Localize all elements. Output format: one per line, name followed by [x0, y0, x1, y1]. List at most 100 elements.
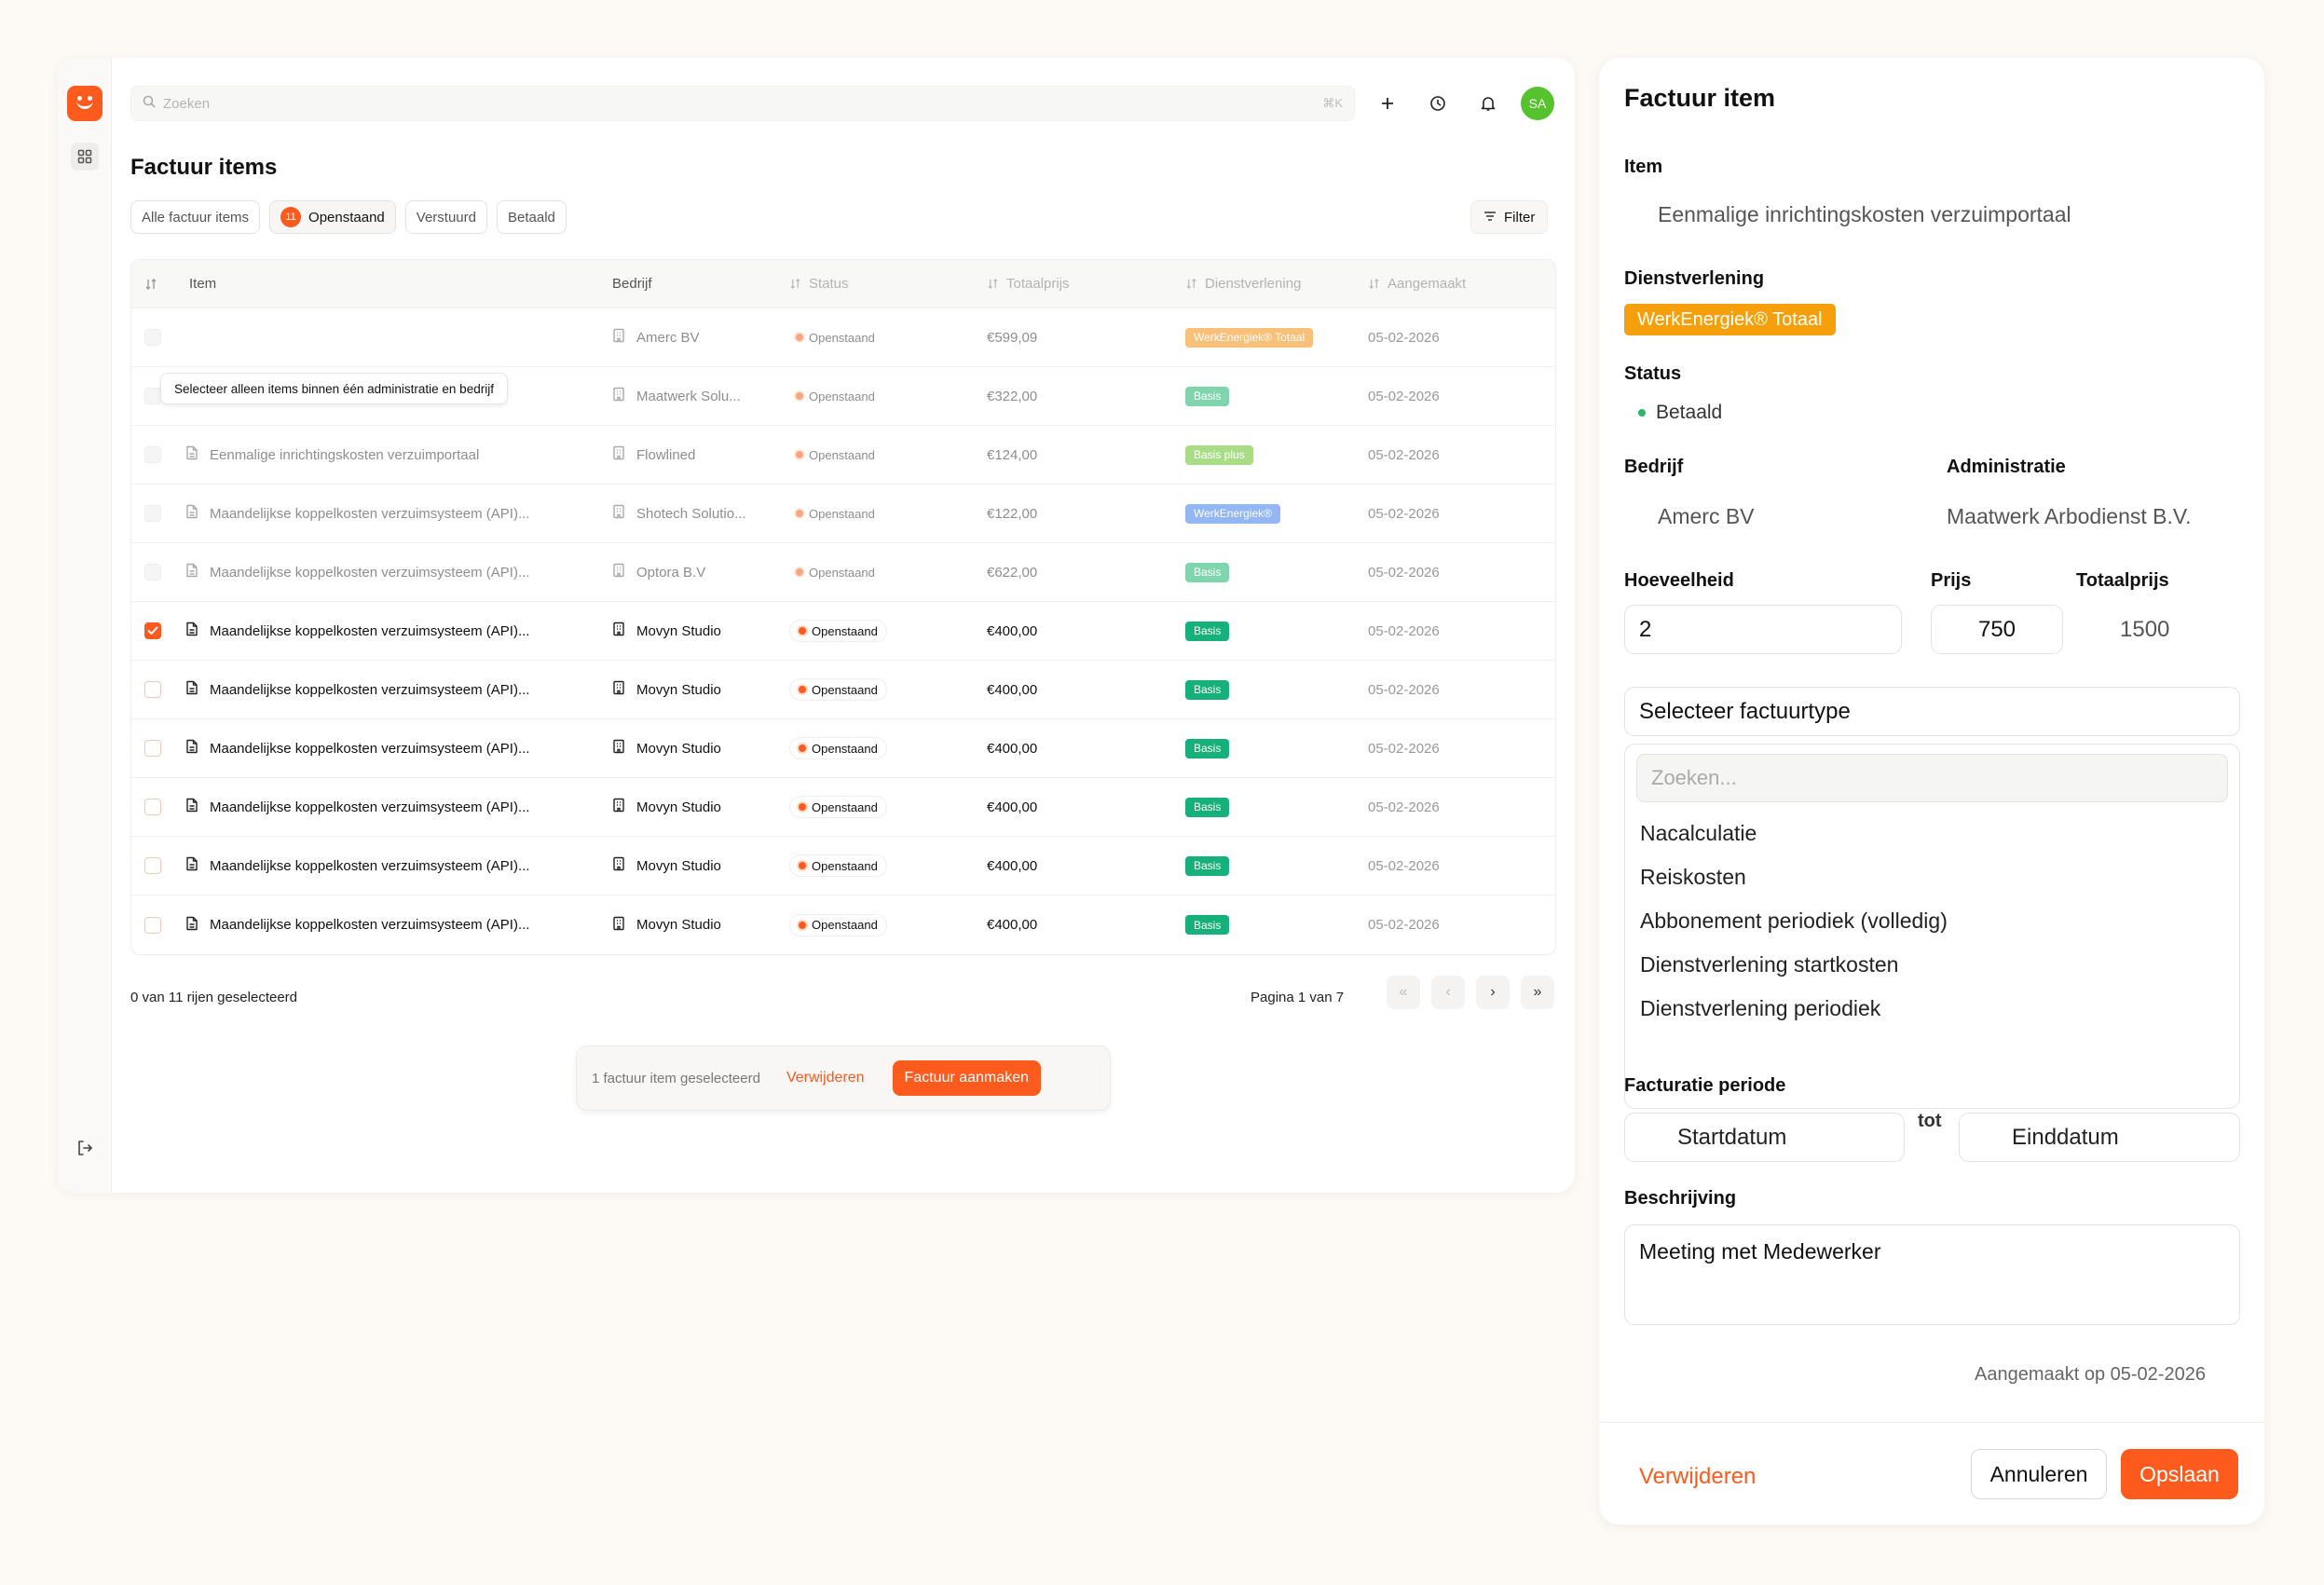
history-clock-icon[interactable]: [1423, 89, 1453, 118]
row-datum: 05-02-2026: [1368, 564, 1440, 581]
status-dot: [799, 745, 806, 752]
prijs-input[interactable]: 750: [1931, 605, 2063, 654]
tab-verstuurd[interactable]: Verstuurd: [404, 200, 487, 234]
row-checkbox[interactable]: [144, 681, 161, 698]
table-row[interactable]: Amerc BV Openstaand €599,09 WerkEnergiek® T…: [131, 308, 1555, 367]
table-row[interactable]: Eenmalige inrichtingskosten verzuimporta…: [131, 426, 1555, 485]
delete-button[interactable]: Verwijderen: [1639, 1464, 1756, 1490]
row-checkbox[interactable]: [144, 622, 161, 639]
sort-icon[interactable]: [131, 278, 174, 291]
option-reiskosten[interactable]: Reiskosten: [1640, 865, 1746, 890]
row-checkbox[interactable]: [144, 916, 161, 934]
count-badge: 11: [280, 207, 302, 227]
row-checkbox[interactable]: [144, 329, 161, 346]
bedrijf-label: Bedrijf: [1624, 457, 1684, 477]
prev-page-button[interactable]: ‹: [1431, 976, 1465, 1009]
last-page-button[interactable]: »: [1521, 976, 1554, 1009]
table-row[interactable]: Maandelijkse koppelkosten verzuimsysteem…: [131, 602, 1555, 661]
prijs-label: Prijs: [1931, 570, 1972, 591]
created-date: Aangemaakt op 05-02-2026: [1975, 1364, 2206, 1385]
header-dienstverlening[interactable]: Dienstverlening: [1185, 276, 1368, 292]
option-periodiek[interactable]: Dienstverlening periodiek: [1640, 996, 1880, 1021]
document-icon: [185, 563, 198, 581]
dropdown-search-input[interactable]: Zoeken...: [1636, 754, 2228, 802]
next-page-button[interactable]: ›: [1476, 976, 1510, 1009]
option-nacalculatie[interactable]: Nacalculatie: [1640, 821, 1757, 846]
row-bedrijf: Movyn Studio: [636, 681, 721, 698]
first-page-button[interactable]: «: [1387, 976, 1420, 1009]
row-datum: 05-02-2026: [1368, 857, 1440, 874]
table-row[interactable]: Maandelijkse koppelkosten verzuimsysteem…: [131, 543, 1555, 602]
table-row[interactable]: Maandelijkse koppelkosten verzuimsysteem…: [131, 895, 1555, 954]
status-badge: Openstaand: [789, 678, 887, 701]
document-icon: [185, 916, 198, 935]
option-startkosten[interactable]: Dienstverlening startkosten: [1640, 952, 1898, 977]
hoeveelheid-input[interactable]: 2: [1624, 605, 1902, 654]
table-row[interactable]: Maandelijkse koppelkosten verzuimsysteem…: [131, 778, 1555, 837]
einddatum-input[interactable]: Einddatum: [1959, 1113, 2240, 1162]
building-icon: [612, 445, 625, 464]
dienst-pill: Basis: [1185, 915, 1230, 935]
row-prijs: €400,00: [987, 857, 1038, 874]
factuurtype-select[interactable]: Selecteer factuurtype: [1624, 687, 2240, 736]
row-item: Maandelijkse koppelkosten verzuimsysteem…: [210, 799, 530, 815]
sort-icon: [1185, 278, 1197, 290]
row-checkbox[interactable]: [144, 446, 161, 463]
row-datum: 05-02-2026: [1368, 799, 1440, 815]
administratie-label: Administratie: [1947, 457, 2066, 477]
table-row[interactable]: Maandelijkse koppelkosten verzuimsysteem…: [131, 837, 1555, 895]
add-icon[interactable]: [1373, 89, 1402, 118]
option-abonnement[interactable]: Abbonement periodiek (volledig): [1640, 909, 1948, 934]
status-badge: Openstaand: [789, 326, 882, 348]
status-label: Status: [1624, 363, 1682, 384]
row-datum: 05-02-2026: [1368, 388, 1440, 404]
dienst-pill: WerkEnergiek® Totaal: [1185, 327, 1314, 348]
search-input[interactable]: [163, 95, 1323, 112]
status-badge: Openstaand: [789, 620, 887, 642]
tab-openstaand[interactable]: 11 Openstaand: [269, 200, 396, 234]
row-item: Maandelijkse koppelkosten verzuimsysteem…: [210, 917, 530, 933]
page-title: Factuur items: [130, 155, 278, 180]
status-dot: [796, 568, 803, 576]
startdatum-input[interactable]: Startdatum: [1624, 1113, 1905, 1162]
row-prijs: €122,00: [987, 505, 1038, 522]
bulk-delete-button[interactable]: Verwijderen: [786, 1070, 865, 1086]
bell-icon[interactable]: [1473, 89, 1503, 118]
status-dot: [796, 392, 803, 400]
table-row[interactable]: Maandelijkse koppelkosten verzuimsysteem…: [131, 485, 1555, 543]
row-checkbox[interactable]: [144, 799, 161, 815]
table-row[interactable]: Maandelijkse koppelkosten verzuimsysteem…: [131, 661, 1555, 719]
tab-betaald[interactable]: Betaald: [497, 200, 567, 234]
row-bedrijf: Movyn Studio: [636, 799, 721, 815]
document-icon: [185, 504, 198, 523]
header-totaalprijs[interactable]: Totaalprijs: [987, 276, 1185, 292]
row-prijs: €599,09: [987, 329, 1038, 346]
user-avatar[interactable]: SA: [1521, 87, 1554, 120]
invoice-items-table: Item Bedrijf Status Totaalprijs Dienstve…: [130, 259, 1556, 955]
header-status[interactable]: Status: [789, 276, 987, 292]
row-checkbox[interactable]: [144, 740, 161, 757]
header-bedrijf[interactable]: Bedrijf: [612, 276, 789, 292]
create-invoice-button[interactable]: Factuur aanmaken: [892, 1060, 1041, 1096]
logout-icon[interactable]: [73, 1136, 97, 1160]
table-row[interactable]: Maandelijkse koppelkosten verzuimsysteem…: [131, 719, 1555, 778]
main-card: ⌘K SA Factuur items Alle factuur items 1…: [58, 58, 1575, 1193]
panel-title: Factuur item: [1624, 84, 1776, 112]
filter-button[interactable]: Filter: [1470, 200, 1549, 234]
search-bar[interactable]: ⌘K: [130, 86, 1355, 121]
row-datum: 05-02-2026: [1368, 446, 1440, 463]
cancel-button[interactable]: Annuleren: [1971, 1449, 2107, 1499]
dienst-pill: Basis: [1185, 679, 1230, 700]
apps-grid-icon[interactable]: [71, 143, 99, 171]
row-checkbox[interactable]: [144, 388, 161, 404]
dienst-label: Dienstverlening: [1624, 268, 1765, 289]
row-checkbox[interactable]: [144, 505, 161, 522]
save-button[interactable]: Opslaan: [2121, 1449, 2238, 1499]
row-checkbox[interactable]: [144, 857, 161, 874]
header-aangemaakt[interactable]: Aangemaakt: [1368, 276, 1555, 292]
beschrijving-textarea[interactable]: Meeting met Medewerker: [1624, 1224, 2240, 1325]
row-checkbox[interactable]: [144, 564, 161, 581]
app-logo[interactable]: [67, 86, 103, 121]
header-item[interactable]: Item: [174, 276, 612, 292]
tab-alle[interactable]: Alle factuur items: [130, 200, 261, 234]
